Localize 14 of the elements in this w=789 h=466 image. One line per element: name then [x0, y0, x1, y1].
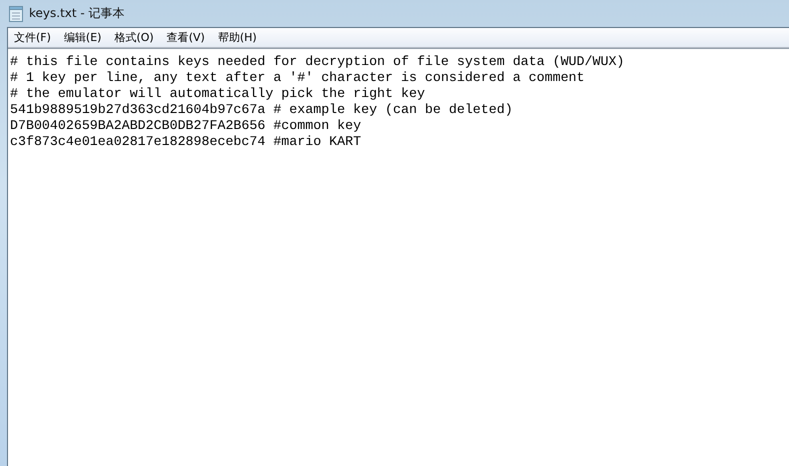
menu-item[interactable]: 帮助(H): [218, 30, 257, 45]
text-line: 541b9889519b27d363cd21604b97c67a # example key (can be deleted): [10, 102, 514, 118]
text-line: # this file contains keys needed for decryption of file system data (WUD/WUX): [10, 54, 626, 70]
menu-item[interactable]: 编辑(E): [64, 30, 102, 45]
menu-item[interactable]: 格式(O): [114, 30, 154, 45]
window-title: keys.txt - 记事本: [29, 5, 125, 22]
text-editor[interactable]: [8, 48, 789, 466]
text-line: # 1 key per line, any text after a '#' character is considered a comment: [10, 70, 586, 86]
notepad-icon: [9, 6, 23, 22]
menu-item[interactable]: 查看(V): [166, 30, 205, 45]
menu-item[interactable]: 文件(F): [14, 30, 51, 45]
text-line: c3f873c4e01ea02817e182898ecebc74 #mario KART: [10, 134, 362, 150]
text-line: D7B00402659BA2ABD2CB0DB27FA2B656 #common key: [10, 118, 362, 134]
text-line: # the emulator will automatically pick the right key: [10, 86, 426, 102]
